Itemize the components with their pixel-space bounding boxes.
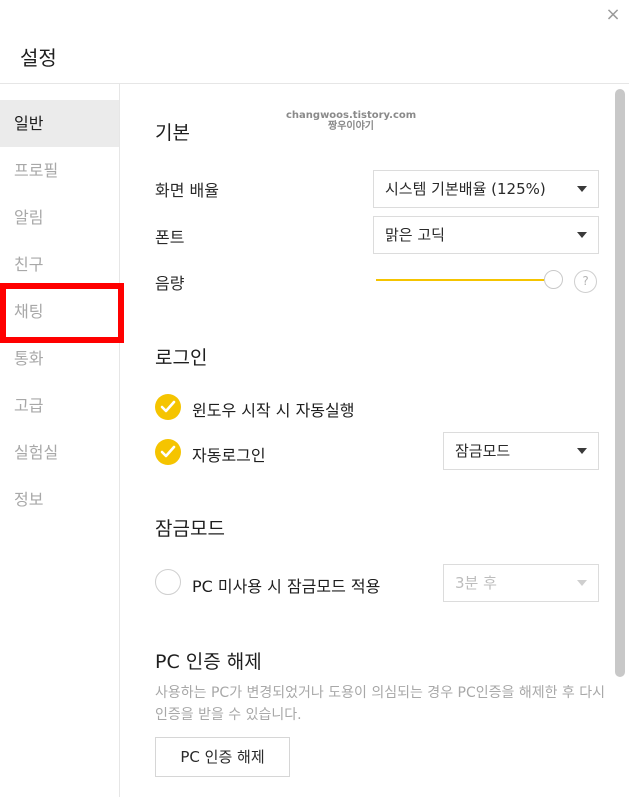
font-label: 폰트 (155, 228, 185, 247)
section-heading-pc-auth: PC 인증 해제 (155, 651, 262, 673)
section-heading-basic: 기본 (155, 122, 190, 144)
pc-auth-description: 사용하는 PC가 변경되었거나 도용이 의심되는 경우 PC인증을 해제한 후 … (155, 685, 606, 723)
autologin-checkbox[interactable] (155, 439, 181, 465)
help-icon[interactable]: ? (574, 270, 597, 293)
volume-slider-knob[interactable] (544, 270, 563, 289)
sidebar-item-profile[interactable]: 프로필 (0, 147, 119, 194)
pc-auth-release-button[interactable]: PC 인증 해제 (155, 737, 290, 777)
sidebar-item-notifications[interactable]: 알림 (0, 194, 119, 241)
settings-window: × 설정 일반 프로필 알림 친구 채팅 통화 고급 실험실 정보 changw… (0, 0, 629, 797)
scale-label: 화면 배율 (155, 181, 219, 200)
autostart-checkbox[interactable] (155, 394, 181, 420)
idle-time-value: 3분 후 (455, 574, 497, 592)
scrollbar[interactable] (614, 84, 629, 797)
check-icon (160, 445, 176, 458)
autostart-label: 윈도우 시작 시 자동실행 (192, 401, 355, 420)
chevron-down-icon (577, 232, 587, 238)
settings-content: 기본 화면 배율 시스템 기본배율 (125%) 폰트 맑은 고딕 음량 ? 로… (120, 84, 616, 797)
font-select[interactable]: 맑은 고딕 (373, 216, 599, 254)
sidebar: 일반 프로필 알림 친구 채팅 통화 고급 실험실 정보 (0, 84, 120, 797)
scale-select-value: 시스템 기본배율 (125%) (385, 180, 546, 198)
idle-lock-label: PC 미사용 시 잠금모드 적용 (192, 577, 381, 596)
sidebar-item-friends[interactable]: 친구 (0, 241, 119, 288)
volume-slider[interactable] (376, 270, 563, 290)
chevron-down-icon (577, 186, 587, 192)
volume-slider-track (376, 279, 544, 281)
autologin-mode-value: 잠금모드 (455, 442, 511, 460)
scale-select[interactable]: 시스템 기본배율 (125%) (373, 170, 599, 208)
chevron-down-icon (577, 448, 587, 454)
sidebar-item-chat[interactable]: 채팅 (0, 288, 119, 335)
chevron-down-icon (577, 580, 587, 586)
volume-label: 음량 (155, 274, 185, 293)
idle-lock-checkbox[interactable] (155, 569, 181, 595)
autologin-mode-select[interactable]: 잠금모드 (443, 432, 599, 470)
font-select-value: 맑은 고딕 (385, 226, 445, 244)
sidebar-item-general[interactable]: 일반 (0, 100, 119, 147)
check-icon (160, 400, 176, 413)
sidebar-item-lab[interactable]: 실험실 (0, 429, 119, 476)
sidebar-item-call[interactable]: 통화 (0, 335, 119, 382)
autologin-label: 자동로그인 (192, 446, 266, 465)
sidebar-item-advanced[interactable]: 고급 (0, 382, 119, 429)
idle-time-select[interactable]: 3분 후 (443, 564, 599, 602)
sidebar-item-info[interactable]: 정보 (0, 476, 119, 523)
section-heading-login: 로그인 (155, 347, 208, 369)
window-title: 설정 (20, 46, 57, 70)
close-icon[interactable]: × (602, 4, 624, 26)
scrollbar-thumb[interactable] (615, 89, 625, 677)
section-heading-lock: 잠금모드 (155, 518, 225, 540)
